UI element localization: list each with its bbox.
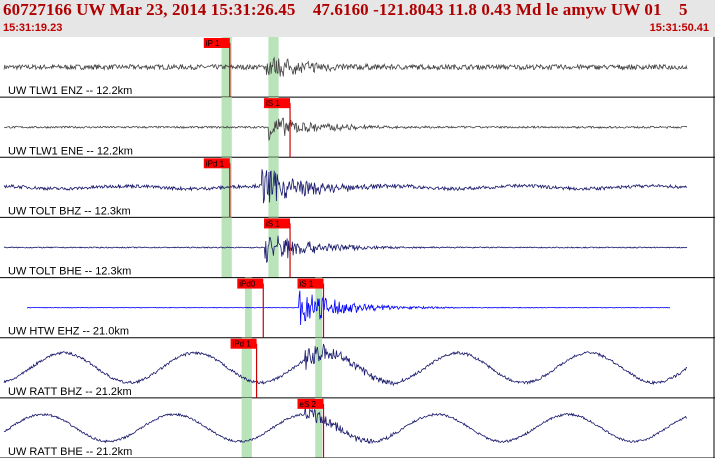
pick-label: iS 1: [300, 280, 314, 289]
station-label: UW HTW EHZ -- 21.0km: [8, 326, 129, 338]
waveform-trace[interactable]: [3, 169, 688, 204]
pick-label: iPd 1: [233, 340, 252, 349]
station-label: UW TOLT BHZ -- 12.3km: [8, 205, 131, 217]
pick-window: [315, 337, 323, 398]
station-label: UW RATT BHZ -- 21.2km: [8, 386, 132, 398]
event-header: 60727166 UW Mar 23, 2014 15:31:26.45 47.…: [0, 0, 715, 37]
pick-label: iS 1: [266, 99, 280, 108]
pick-label: iP 1: [206, 39, 220, 48]
window-start-time: 15:31:19.23: [3, 22, 63, 34]
pick-label: iPd0: [239, 280, 256, 289]
waveform-trace[interactable]: [3, 343, 688, 387]
waveform-trace[interactable]: [3, 235, 688, 264]
station-label: UW RATT BHE -- 21.2km: [8, 446, 132, 458]
station-label: UW TLW1 ENE -- 12.2km: [8, 145, 133, 157]
station-label: UW TLW1 ENZ -- 12.2km: [8, 85, 132, 97]
station-label: UW TOLT BHE -- 12.3km: [8, 266, 131, 278]
waveform-trace[interactable]: [3, 406, 688, 445]
seismogram-panel[interactable]: iP 1 UW TLW1 ENZ -- 12.2km iS 1 UW TLW1 ENE…: [0, 37, 715, 458]
pick-label: iPd 1: [206, 159, 225, 168]
pick-window: [241, 397, 252, 458]
window-end-time: 15:31:50.41: [649, 22, 709, 34]
waveform-trace[interactable]: [3, 56, 688, 77]
pick-label: eS 2: [300, 400, 317, 409]
waveform-trace[interactable]: [4, 117, 688, 141]
waveform-trace[interactable]: [26, 290, 671, 326]
pick-label: iS 1: [266, 219, 280, 228]
event-title: 60727166 UW Mar 23, 2014 15:31:26.45 47.…: [3, 0, 688, 19]
